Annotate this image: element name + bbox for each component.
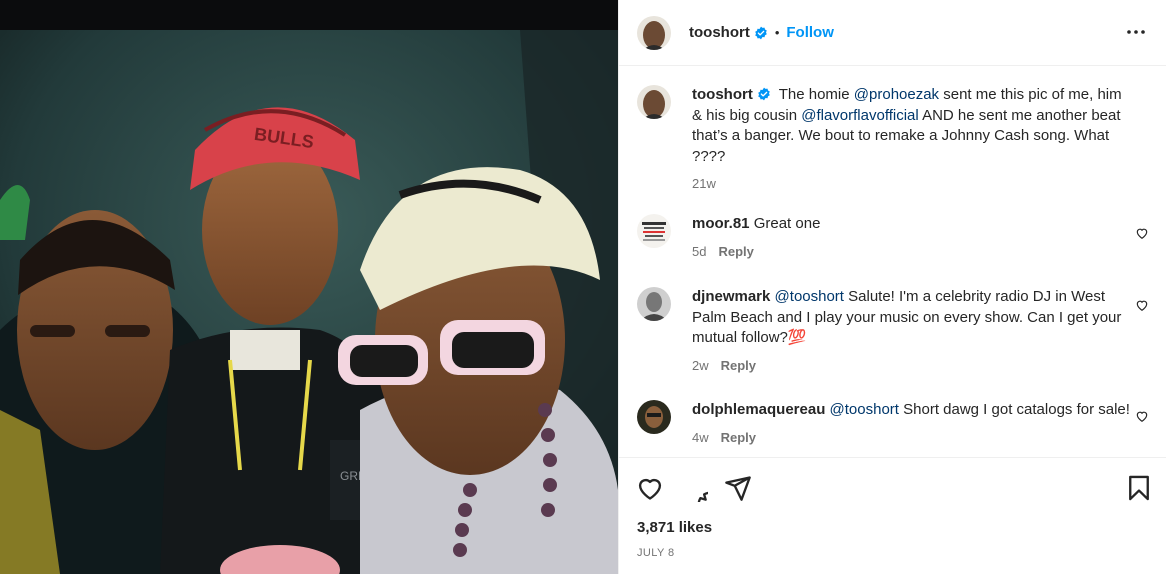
comment-like-heart-icon[interactable] <box>1135 409 1149 423</box>
reply-button[interactable]: Reply <box>718 244 753 259</box>
caption-username[interactable]: tooshort <box>692 86 753 103</box>
comment-age[interactable]: 2w <box>692 358 709 373</box>
comment-text: Short dawg I got catalogs for sale! <box>898 401 1130 418</box>
comments-list[interactable]: tooshort The homie @prohoezak sent me th… <box>619 67 1166 457</box>
author-avatar[interactable] <box>637 15 671 50</box>
comment-body: moor.81 Great one 5d Reply <box>692 214 1122 262</box>
post-header: tooshort • Follow <box>619 0 1166 66</box>
caption-age[interactable]: 21w <box>692 176 716 191</box>
separator-dot: • <box>774 25 780 40</box>
comment-meta: 2w Reply <box>692 356 1132 377</box>
verified-badge-icon <box>758 87 770 101</box>
post-actions-footer: 3,871 likes JULY 8 <box>619 457 1166 574</box>
author-username[interactable]: tooshort <box>689 24 750 41</box>
paper-plane-icon[interactable] <box>724 474 752 502</box>
comment-meta: 5d Reply <box>692 242 1122 263</box>
likes-count[interactable]: 3,871 likes <box>637 519 712 536</box>
comment-icon[interactable] <box>680 474 708 502</box>
comment-like-heart-icon[interactable] <box>1135 298 1149 312</box>
mention-link[interactable]: @prohoezak <box>854 86 939 103</box>
heart-icon[interactable] <box>636 474 664 502</box>
mention-link[interactable]: @flavorflavofficial <box>801 107 919 124</box>
bookmark-icon[interactable] <box>1125 474 1153 502</box>
post-date[interactable]: JULY 8 <box>637 547 674 559</box>
mention-link[interactable]: @tooshort <box>830 401 899 418</box>
comment-body: djnewmark @tooshort Salute! I'm a celebr… <box>692 287 1132 376</box>
commenter-avatar[interactable] <box>637 400 671 434</box>
commenter-avatar[interactable] <box>637 214 671 248</box>
caption-body: tooshort The homie @prohoezak sent me th… <box>692 85 1132 195</box>
post-photo-pane: BULLS GREENS <box>0 0 618 574</box>
comment-age[interactable]: 4w <box>692 430 709 445</box>
reply-button[interactable]: Reply <box>721 430 756 445</box>
more-options-icon[interactable] <box>1126 24 1146 40</box>
comment-username[interactable]: dolphlemaquereau <box>692 401 825 418</box>
comment-like-heart-icon[interactable] <box>1135 226 1149 240</box>
photo-top-bar <box>0 0 618 30</box>
caption-avatar[interactable] <box>637 85 671 119</box>
caption-text-part: The homie <box>778 86 854 103</box>
commenter-avatar[interactable] <box>637 287 671 321</box>
comment-body: dolphlemaquereau @tooshort Short dawg I … <box>692 400 1132 448</box>
follow-button[interactable]: Follow <box>786 24 834 41</box>
post-details-panel: tooshort • Follow tooshort The homie @pr… <box>618 0 1166 574</box>
reply-button[interactable]: Reply <box>721 358 756 373</box>
comment-text: Great one <box>753 215 821 232</box>
comment-age[interactable]: 5d <box>692 244 706 259</box>
caption-meta: 21w <box>692 174 1132 195</box>
post-photo[interactable]: BULLS GREENS <box>0 30 618 574</box>
comment-meta: 4w Reply <box>692 428 1132 449</box>
verified-badge-icon <box>755 26 767 39</box>
mention-link[interactable]: @tooshort <box>775 288 844 305</box>
comment-username[interactable]: djnewmark <box>692 288 770 305</box>
comment-username[interactable]: moor.81 <box>692 215 750 232</box>
